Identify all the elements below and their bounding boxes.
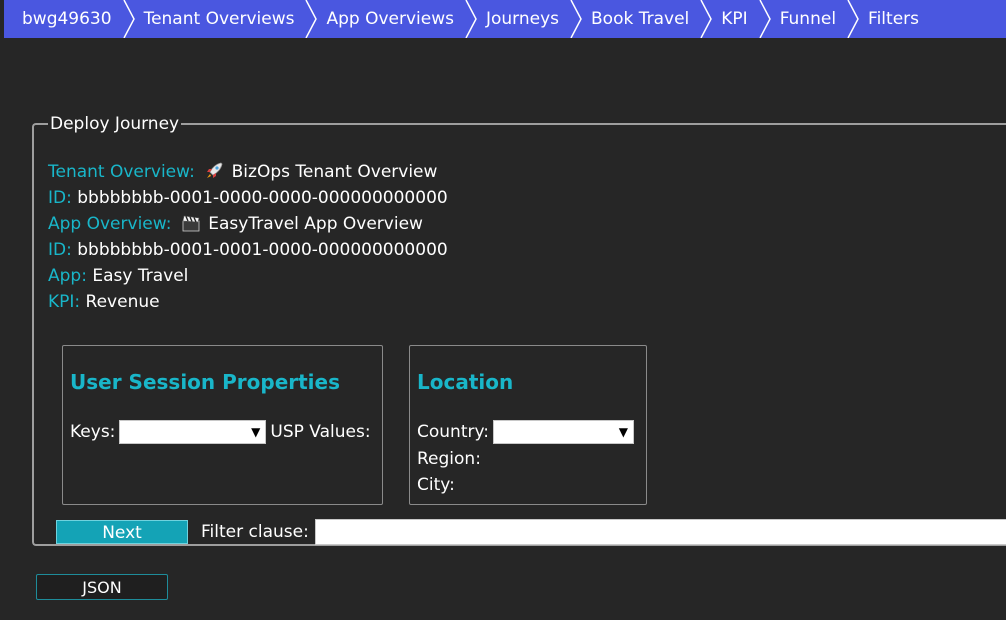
breadcrumb-book-travel[interactable]: Book Travel: [591, 0, 721, 38]
usp-keys-label: Keys:: [70, 422, 116, 442]
breadcrumb-label: bwg49630: [22, 9, 112, 29]
usp-keys-row: Keys: ▼ USP Values:: [70, 420, 371, 444]
user-session-properties-panel: User Session Properties Keys: ▼ USP Valu…: [62, 345, 383, 505]
filter-clause-label: Filter clause:: [201, 522, 309, 542]
country-select[interactable]: ▼: [493, 420, 635, 444]
chevron-right-icon: [846, 0, 860, 38]
app-value: Easy Travel: [92, 266, 189, 286]
kpi-value: Revenue: [85, 292, 160, 312]
city-label: City:: [417, 475, 455, 495]
breadcrumb-label: Journeys: [485, 9, 560, 29]
app-id-value: bbbbbbbb-0001-0001-0000-000000000000: [77, 240, 448, 260]
deploy-journey-legend: Deploy Journey: [50, 114, 180, 134]
region-label: Region:: [417, 449, 481, 469]
next-button[interactable]: Next: [56, 520, 188, 544]
chevron-down-icon: ▼: [618, 425, 629, 439]
app-row: App: Easy Travel: [48, 263, 448, 289]
tenant-id-row: ID: bbbbbbbb-0001-0000-0000-000000000000: [48, 185, 448, 211]
tenant-id-label: ID:: [48, 188, 72, 208]
breadcrumb-tenant-id[interactable]: bwg49630: [4, 0, 144, 38]
app-overview-row: App Overview: EasyTravel App Overview: [48, 211, 448, 237]
location-panel: Location Country: ▼ Region: City:: [409, 345, 647, 505]
breadcrumb-funnel[interactable]: Funnel: [780, 0, 868, 38]
rocket-icon: [204, 162, 224, 180]
app-id-label: ID:: [48, 240, 72, 260]
chevron-right-icon: [122, 0, 136, 38]
chevron-right-icon: [569, 0, 583, 38]
tenant-overview-row: Tenant Overview: BizOps Tenant Overview: [48, 159, 448, 185]
chevron-down-icon: ▼: [251, 425, 261, 439]
breadcrumb-tenant-overviews[interactable]: Tenant Overviews: [144, 0, 327, 38]
kpi-row: KPI: Revenue: [48, 289, 448, 315]
chevron-right-icon: [758, 0, 772, 38]
usp-keys-select[interactable]: ▼: [119, 420, 267, 444]
kpi-label: KPI:: [48, 292, 81, 312]
app-label: App:: [48, 266, 87, 286]
journey-info: Tenant Overview: BizOps Tenant Overview …: [48, 159, 448, 315]
deploy-journey-panel: Deploy Journey Tenant Overview: BizOps T…: [32, 114, 1006, 546]
json-button[interactable]: JSON: [36, 574, 168, 600]
tenant-overview-value: BizOps Tenant Overview: [231, 162, 438, 182]
breadcrumb-label: Tenant Overviews: [143, 9, 295, 29]
chevron-right-icon: [464, 0, 478, 38]
breadcrumb-kpi[interactable]: KPI: [721, 0, 779, 38]
chevron-right-icon: [699, 0, 713, 38]
country-row: Country: ▼: [417, 420, 635, 444]
breadcrumb-label: App Overviews: [326, 9, 454, 29]
country-label: Country:: [417, 422, 490, 442]
clapperboard-icon: [181, 214, 201, 232]
breadcrumb: bwg49630 Tenant Overviews App Overviews …: [4, 0, 1006, 38]
tenant-id-value: bbbbbbbb-0001-0000-0000-000000000000: [77, 188, 448, 208]
breadcrumb-journeys[interactable]: Journeys: [486, 0, 591, 38]
filter-clause-input[interactable]: [315, 519, 1006, 545]
breadcrumb-filters[interactable]: Filters: [868, 0, 919, 38]
breadcrumb-label: Funnel: [779, 9, 837, 29]
chevron-right-icon: [304, 0, 318, 38]
breadcrumb-app-overviews[interactable]: App Overviews: [326, 0, 486, 38]
usp-values-label: USP Values:: [270, 422, 371, 442]
location-title: Location: [417, 370, 514, 394]
app-overview-value: EasyTravel App Overview: [208, 214, 423, 234]
breadcrumb-label: Book Travel: [591, 9, 690, 29]
tenant-overview-label: Tenant Overview:: [48, 162, 195, 182]
breadcrumb-label: KPI: [721, 9, 748, 29]
usp-title: User Session Properties: [70, 370, 340, 394]
breadcrumb-label: Filters: [868, 9, 920, 29]
app-id-row: ID: bbbbbbbb-0001-0001-0000-000000000000: [48, 237, 448, 263]
app-overview-label: App Overview:: [48, 214, 172, 234]
